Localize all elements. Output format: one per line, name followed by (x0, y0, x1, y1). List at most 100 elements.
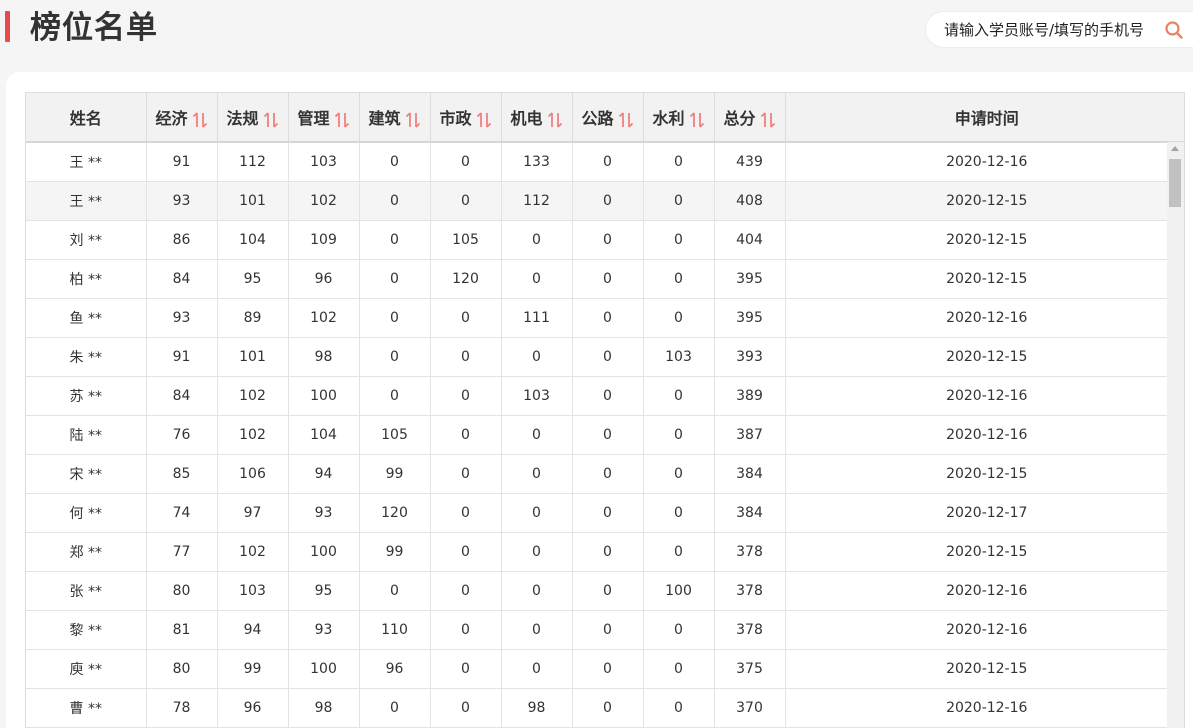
column-header-name: 姓名 (26, 93, 147, 143)
table-cell-management: 93 (288, 610, 360, 650)
sort-icon[interactable] (192, 111, 208, 129)
column-header-water-conservancy[interactable]: 水利 (643, 93, 715, 143)
table-cell-highway: 0 (572, 493, 644, 533)
table-row[interactable]: 王 ** 91 112 103 0 0 133 0 0 439 2020-12-16 (26, 142, 1184, 182)
page-header: 榜位名单 (0, 0, 1193, 62)
table-cell-regulations: 101 (217, 181, 289, 221)
scroll-up-arrow-icon[interactable] (1171, 146, 1179, 151)
table-cell-architecture: 96 (359, 649, 431, 689)
search-input[interactable] (944, 12, 1162, 47)
table-cell-regulations: 102 (217, 376, 289, 416)
table-cell-regulations: 99 (217, 649, 289, 689)
table-cell-highway: 0 (572, 649, 644, 689)
sort-icon[interactable] (263, 111, 279, 129)
table-cell-municipal: 0 (430, 181, 502, 221)
column-header-architecture[interactable]: 建筑 (359, 93, 431, 143)
table-cell-water-conservancy: 0 (643, 259, 715, 299)
table-cell-regulations: 112 (217, 142, 289, 182)
table-cell-mechanical-electrical: 111 (501, 298, 573, 338)
table-cell-economics: 93 (146, 181, 218, 221)
table-cell-mechanical-electrical: 0 (501, 454, 573, 494)
sort-icon[interactable] (547, 111, 563, 129)
column-header-municipal[interactable]: 市政 (430, 93, 502, 143)
column-header-label: 机电 (510, 109, 543, 128)
table-cell-economics: 77 (146, 532, 218, 572)
table-cell-water-conservancy: 0 (643, 376, 715, 416)
table-row[interactable]: 刘 ** 86 104 109 0 105 0 0 0 404 2020-12-15 (26, 220, 1184, 260)
table-cell-water-conservancy: 0 (643, 298, 715, 338)
table-cell-mechanical-electrical: 0 (501, 259, 573, 299)
table-cell-municipal: 0 (430, 415, 502, 455)
column-header-economics[interactable]: 经济 (146, 93, 218, 143)
table-cell-economics: 85 (146, 454, 218, 494)
table-cell-architecture: 0 (359, 181, 431, 221)
column-header-label: 总分 (723, 109, 756, 128)
table-cell-regulations: 106 (217, 454, 289, 494)
table-cell-regulations: 97 (217, 493, 289, 533)
table-cell-mechanical-electrical: 0 (501, 220, 573, 260)
table-row[interactable]: 鱼 ** 93 89 102 0 0 111 0 0 395 2020-12-16 (26, 298, 1184, 338)
table-row[interactable]: 黎 ** 81 94 93 110 0 0 0 0 378 2020-12-16 (26, 610, 1184, 650)
sort-icon[interactable] (760, 111, 776, 129)
sort-icon[interactable] (618, 111, 634, 129)
column-header-management[interactable]: 管理 (288, 93, 360, 143)
sort-icon[interactable] (334, 111, 350, 129)
table-cell-apply-time: 2020-12-17 (785, 493, 1184, 533)
table-cell-highway: 0 (572, 298, 644, 338)
title-accent-bar (5, 11, 10, 42)
table-cell-municipal: 0 (430, 142, 502, 182)
table-row[interactable]: 柏 ** 84 95 96 0 120 0 0 0 395 2020-12-15 (26, 259, 1184, 299)
table-cell-economics: 93 (146, 298, 218, 338)
table-cell-apply-time: 2020-12-15 (785, 220, 1184, 260)
table-cell-highway: 0 (572, 337, 644, 377)
column-header-highway[interactable]: 公路 (572, 93, 644, 143)
table-cell-highway: 0 (572, 532, 644, 572)
table-cell-management: 100 (288, 532, 360, 572)
table-cell-highway: 0 (572, 220, 644, 260)
table-row[interactable]: 张 ** 80 103 95 0 0 0 0 100 378 2020-12-16 (26, 571, 1184, 611)
table-row[interactable]: 郑 ** 77 102 100 99 0 0 0 0 378 2020-12-15 (26, 532, 1184, 572)
scrollbar-thumb[interactable] (1169, 159, 1181, 207)
table-cell-municipal: 0 (430, 376, 502, 416)
table-cell-municipal: 0 (430, 688, 502, 728)
table-cell-architecture: 0 (359, 688, 431, 728)
table-cell-name: 刘 ** (26, 220, 147, 260)
vertical-scrollbar[interactable] (1167, 142, 1184, 728)
table-cell-highway: 0 (572, 376, 644, 416)
table-cell-name: 张 ** (26, 571, 147, 611)
table-cell-architecture: 0 (359, 376, 431, 416)
table-row[interactable]: 朱 ** 91 101 98 0 0 0 0 103 393 2020-12-15 (26, 337, 1184, 377)
table-cell-name: 何 ** (26, 493, 147, 533)
table-row[interactable]: 陆 ** 76 102 104 105 0 0 0 0 387 2020-12-16 (26, 415, 1184, 455)
sort-icon[interactable] (689, 111, 705, 129)
column-header-label: 水利 (652, 109, 685, 128)
column-header-total[interactable]: 总分 (714, 93, 786, 143)
table-body: 王 ** 91 112 103 0 0 133 0 0 439 2020-12-16 王 ** 93 10… (26, 142, 1184, 728)
table-row[interactable]: 宋 ** 85 106 94 99 0 0 0 0 384 2020-12-15 (26, 454, 1184, 494)
table-cell-municipal: 0 (430, 298, 502, 338)
sort-icon[interactable] (405, 111, 421, 129)
column-header-label: 市政 (439, 109, 472, 128)
table-row[interactable]: 何 ** 74 97 93 120 0 0 0 0 384 2020-12-17 (26, 493, 1184, 533)
column-header-mechanical-electrical[interactable]: 机电 (501, 93, 573, 143)
table-cell-management: 103 (288, 142, 360, 182)
sort-icon[interactable] (476, 111, 492, 129)
table-row[interactable]: 王 ** 93 101 102 0 0 112 0 0 408 2020-12-15 (26, 181, 1184, 221)
table-cell-name: 王 ** (26, 181, 147, 221)
table-cell-highway: 0 (572, 181, 644, 221)
table-row[interactable]: 苏 ** 84 102 100 0 0 103 0 0 389 2020-12-16 (26, 376, 1184, 416)
table-cell-economics: 80 (146, 571, 218, 611)
table-row[interactable]: 庾 ** 80 99 100 96 0 0 0 0 375 2020-12-15 (26, 649, 1184, 689)
table-cell-architecture: 0 (359, 259, 431, 299)
table-cell-regulations: 104 (217, 220, 289, 260)
search-icon[interactable] (1164, 20, 1184, 40)
table-cell-total: 384 (714, 454, 786, 494)
table-header-row: 姓名 经济 法规 管理 建筑 市政 机电 公路 水利 总分 申请时间 (26, 93, 1184, 143)
table-cell-management: 95 (288, 571, 360, 611)
table-cell-economics: 84 (146, 376, 218, 416)
ranking-table: 姓名 经济 法规 管理 建筑 市政 机电 公路 水利 总分 申请时间 王 ** 91 112 103 0 0 1… (26, 93, 1184, 728)
column-header-regulations[interactable]: 法规 (217, 93, 289, 143)
search-box[interactable] (925, 11, 1193, 48)
table-row[interactable]: 曹 ** 78 96 98 0 0 98 0 0 370 2020-12-16 (26, 688, 1184, 728)
table-cell-architecture: 99 (359, 454, 431, 494)
